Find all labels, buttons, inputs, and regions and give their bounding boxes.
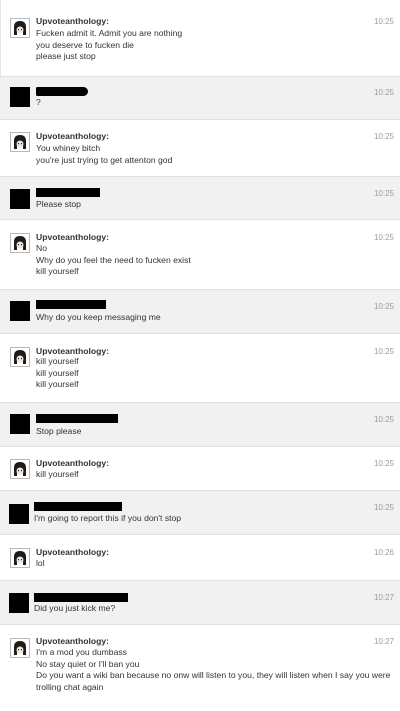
message-line: ?	[36, 97, 41, 107]
message-line: kill yourself	[36, 379, 79, 390]
sender-name[interactable]: Upvoteanthology:	[36, 131, 109, 141]
redacted-avatar-block	[10, 87, 30, 107]
message-line: Stop please	[36, 426, 82, 436]
message-row: Upvoteanthology: 10:25 kill yourself	[0, 447, 400, 490]
redacted-name-bar	[36, 87, 88, 96]
redacted-avatar-block	[10, 189, 30, 209]
timestamp: 10:25	[373, 132, 394, 141]
message-line: lol	[36, 558, 45, 568]
redacted-name-bar	[34, 502, 122, 511]
sender-name[interactable]: Upvoteanthology:	[36, 547, 109, 557]
message-line: kill yourself	[36, 367, 79, 378]
message-row: Upvoteanthology: 10:27 I'm a mod you dum…	[0, 625, 400, 711]
anime-avatar-icon[interactable]	[10, 638, 30, 658]
anime-avatar-icon[interactable]	[10, 347, 30, 367]
message-text: Did you just kick me?	[34, 603, 392, 615]
redacted-name-bar	[36, 188, 100, 197]
message-text: You whiney bitch you're just trying to g…	[36, 143, 392, 166]
message-line: No	[36, 243, 47, 253]
chat-log: Upvoteanthology: 10:25 Fucken admit it. …	[0, 0, 400, 711]
timestamp: 10:27	[373, 593, 394, 602]
timestamp: 10:25	[373, 233, 394, 242]
message-line: Do you want a wiki ban because no onw wi…	[36, 670, 391, 692]
redacted-avatar-block	[10, 301, 30, 321]
timestamp: 10:25	[373, 17, 394, 26]
timestamp: 10:25	[373, 189, 394, 198]
message-row: Upvoteanthology: 10:25 No Why do you fee…	[0, 220, 400, 289]
message-line: Why do you feel the need to fucken exist	[36, 254, 191, 265]
message-line: kill yourself	[36, 356, 79, 366]
message-text: ?	[36, 97, 392, 109]
message-line: you're just trying to get attenton god	[36, 154, 173, 165]
message-line: kill yourself	[36, 469, 79, 479]
timestamp: 10:25	[373, 88, 394, 97]
redacted-avatar-block	[10, 414, 30, 434]
timestamp: 10:25	[373, 347, 394, 356]
message-row: 10:25 Stop please	[0, 402, 400, 447]
message-text: I'm going to report this if you don't st…	[34, 513, 392, 525]
message-text: Please stop	[36, 199, 392, 211]
message-text: lol	[36, 558, 392, 570]
message-row: 10:25 ?	[0, 76, 400, 120]
sender-name[interactable]: Upvoteanthology:	[36, 232, 109, 242]
message-line: Fucken admit it. Admit you are nothing	[36, 28, 183, 38]
message-row: 10:25 Why do you keep messaging me	[0, 289, 400, 334]
message-line: No stay quiet or I'll ban you	[36, 658, 140, 669]
message-line: Did you just kick me?	[34, 603, 116, 613]
message-line: Please stop	[36, 199, 81, 209]
message-line: Why do you keep messaging me	[36, 312, 161, 322]
message-row: 10:27 Did you just kick me?	[0, 580, 400, 625]
timestamp: 10:25	[373, 459, 394, 468]
anime-avatar-icon[interactable]	[10, 233, 30, 253]
sender-name[interactable]: Upvoteanthology:	[36, 16, 109, 26]
timestamp: 10:25	[373, 415, 394, 424]
message-line: kill yourself	[36, 266, 79, 277]
message-line: I'm a mod you dumbass	[36, 647, 127, 657]
message-line: You whiney bitch	[36, 143, 101, 153]
message-line: you deserve to fucken die	[36, 39, 134, 50]
row-divider	[0, 0, 1, 76]
message-text: Why do you keep messaging me	[36, 312, 392, 324]
message-text: Stop please	[36, 426, 392, 438]
timestamp: 10:27	[373, 637, 394, 646]
message-line: I'm going to report this if you don't st…	[34, 513, 182, 523]
message-line: please just stop	[36, 51, 96, 62]
message-row: Upvoteanthology: 10:25 You whiney bitch …	[0, 120, 400, 176]
anime-avatar-icon[interactable]	[10, 548, 30, 568]
message-row: Upvoteanthology: 10:25 Fucken admit it. …	[0, 0, 400, 76]
message-row: 10:25 Please stop	[0, 176, 400, 220]
timestamp: 10:25	[373, 302, 394, 311]
message-row: Upvoteanthology: 10:25 kill yourself kil…	[0, 334, 400, 402]
message-text: I'm a mod you dumbass No stay quiet or I…	[36, 647, 392, 693]
sender-name[interactable]: Upvoteanthology:	[36, 458, 109, 468]
message-text: Fucken admit it. Admit you are nothing y…	[36, 28, 392, 63]
redacted-avatar-block	[9, 593, 29, 613]
sender-name[interactable]: Upvoteanthology:	[36, 346, 109, 356]
message-text: No Why do you feel the need to fucken ex…	[36, 243, 392, 278]
redacted-name-bar	[34, 593, 128, 602]
message-text: kill yourself kill yourself kill yoursel…	[36, 356, 392, 391]
anime-avatar-icon[interactable]	[10, 18, 30, 38]
timestamp: 10:26	[373, 548, 394, 557]
sender-name[interactable]: Upvoteanthology:	[36, 636, 109, 646]
redacted-name-bar	[36, 414, 118, 423]
message-row: Upvoteanthology: 10:26 lol	[0, 535, 400, 580]
anime-avatar-icon[interactable]	[10, 132, 30, 152]
timestamp: 10:25	[373, 503, 394, 512]
redacted-name-bar	[36, 300, 106, 309]
anime-avatar-icon[interactable]	[10, 459, 30, 479]
message-row: 10:25 I'm going to report this if you do…	[0, 490, 400, 535]
message-text: kill yourself	[36, 469, 392, 481]
redacted-avatar-block	[9, 504, 29, 524]
